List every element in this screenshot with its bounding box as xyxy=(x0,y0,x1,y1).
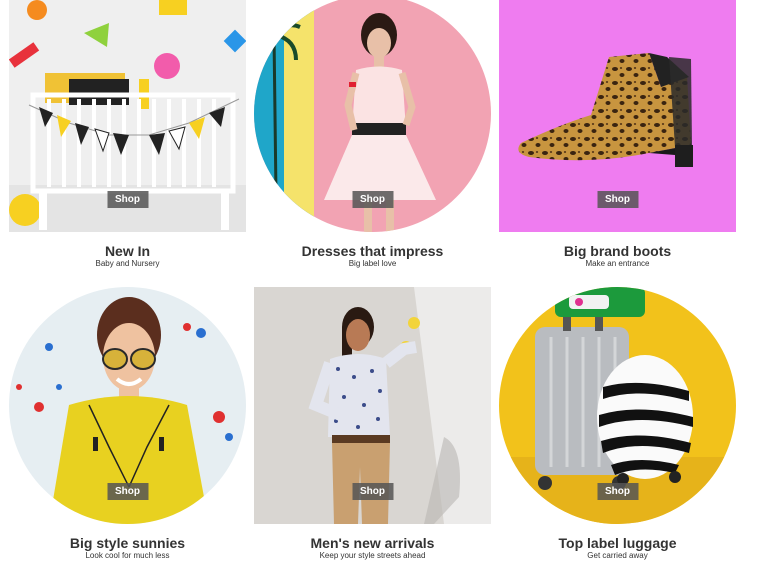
shop-button[interactable]: Shop xyxy=(352,191,393,208)
tile-title[interactable]: Men's new arrivals xyxy=(254,535,491,551)
shop-button[interactable]: Shop xyxy=(352,483,393,500)
promo-image-sunnies[interactable]: Shop xyxy=(9,287,246,524)
tile-title[interactable]: Top label luggage xyxy=(499,535,736,551)
tile-subtitle: Make an entrance xyxy=(585,259,650,268)
tile-title[interactable]: Big brand boots xyxy=(499,243,736,259)
shop-button[interactable]: Shop xyxy=(107,191,148,208)
tile-subtitle: Keep your style streets ahead xyxy=(319,551,426,560)
promo-image-mens[interactable]: Shop xyxy=(254,287,491,524)
tile-subtitle: Big label love xyxy=(348,259,397,268)
tile-dresses[interactable]: Shop Dresses that impress Big label love xyxy=(254,0,491,269)
tile-subtitle: Baby and Nursery xyxy=(95,259,160,268)
tile-luggage[interactable]: Shop Top label luggage Get carried away xyxy=(499,287,736,561)
promo-image-dresses[interactable]: Shop xyxy=(254,0,491,232)
tile-boots[interactable]: Shop Big brand boots Make an entrance xyxy=(499,0,736,269)
shop-button[interactable]: Shop xyxy=(597,483,638,500)
tile-sunnies[interactable]: Shop Big style sunnies Look cool for muc… xyxy=(9,287,246,561)
shop-button[interactable]: Shop xyxy=(597,191,638,208)
tile-mens-new-arrivals[interactable]: Shop Men's new arrivals Keep your style … xyxy=(254,287,491,561)
promo-image-luggage[interactable]: Shop xyxy=(499,287,736,524)
tile-title[interactable]: Dresses that impress xyxy=(254,243,491,259)
tile-title[interactable]: Big style sunnies xyxy=(9,535,246,551)
tile-title[interactable]: New In xyxy=(9,243,246,259)
tile-subtitle: Look cool for much less xyxy=(85,551,170,560)
shop-button[interactable]: Shop xyxy=(107,483,148,500)
promo-image-boots[interactable]: Shop xyxy=(499,0,736,232)
tile-new-in[interactable]: Shop New In Baby and Nursery xyxy=(9,0,246,269)
promo-image-nursery[interactable]: Shop xyxy=(9,0,246,232)
tile-subtitle: Get carried away xyxy=(587,551,648,560)
